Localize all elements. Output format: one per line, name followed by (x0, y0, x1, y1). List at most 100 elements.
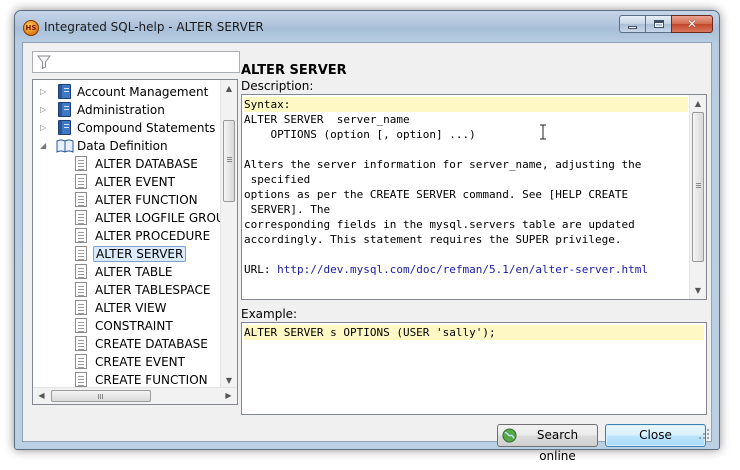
resize-grip-icon[interactable] (699, 429, 709, 439)
tree-horizontal-scrollbar[interactable]: ◀ ▶ (33, 387, 237, 404)
close-button[interactable]: Close (605, 424, 706, 447)
scroll-up-arrow-icon[interactable]: ▲ (690, 95, 706, 112)
tree-item[interactable]: CREATE EVENT (33, 353, 221, 371)
tree-item-label: CREATE EVENT (95, 355, 185, 369)
description-scroll-thumb[interactable] (692, 112, 704, 262)
document-icon (75, 156, 87, 171)
maximize-button[interactable] (645, 15, 671, 33)
syntax-heading: Syntax: (244, 97, 688, 112)
description-line: Alters the server information for server… (244, 158, 642, 171)
tree-item-label: CREATE DATABASE (95, 337, 208, 351)
scroll-up-arrow-icon[interactable]: ▲ (221, 80, 237, 97)
example-code: ALTER SERVER s OPTIONS (USER 'sally'); (244, 325, 704, 340)
description-line: OPTIONS (option [, option] ...) (244, 128, 476, 141)
tree-item-label: CONSTRAINT (95, 319, 173, 333)
topic-tree[interactable]: ▷ Account Management ▷ Administration ▷ Compo… (32, 79, 238, 405)
tree-item[interactable]: ALTER LOGFILE GROUP (33, 209, 232, 227)
topic-title: ALTER SERVER (241, 63, 347, 78)
scroll-left-arrow-icon[interactable]: ◀ (33, 388, 50, 404)
title-bar[interactable]: HS Integrated SQL-help - ALTER SERVER ✕ (15, 11, 719, 43)
open-book-icon (56, 139, 74, 153)
search-online-label: Search online (536, 428, 579, 463)
tree-item-label: ALTER PROCEDURE (95, 229, 211, 243)
document-icon (75, 246, 87, 261)
description-panel[interactable]: Syntax: ALTER SERVER server_name OPTIONS … (241, 94, 707, 300)
tree-item[interactable]: CREATE DATABASE (33, 335, 221, 353)
description-text: Syntax: ALTER SERVER server_name OPTIONS … (244, 97, 688, 277)
book-icon (58, 84, 71, 99)
tree-item[interactable]: ALTER TABLE (33, 263, 221, 281)
tree-item[interactable]: ALTER PROCEDURE (33, 227, 221, 245)
tree-scroll-thumb[interactable] (223, 120, 235, 202)
tree-item-label: Account Management (77, 85, 209, 99)
tree-item[interactable]: ◢ Data Definition (33, 137, 221, 155)
document-icon (75, 300, 87, 315)
text-cursor-icon (540, 124, 546, 140)
example-panel[interactable]: ALTER SERVER s OPTIONS (USER 'sally'); (241, 322, 707, 415)
expand-arrow-icon[interactable]: ▷ (40, 123, 49, 132)
close-label: Close (639, 428, 672, 442)
scroll-right-arrow-icon[interactable]: ▶ (220, 388, 237, 404)
tree-item-label: ALTER FUNCTION (95, 193, 198, 207)
url-line: URL: http://dev.mysql.com/doc/refman/5.1… (244, 262, 688, 277)
description-line: ALTER SERVER server_name (244, 113, 410, 126)
description-line: SERVER]. The (244, 203, 331, 216)
maximize-icon (653, 20, 664, 28)
tree-vertical-scrollbar[interactable]: ▲ ▼ (220, 80, 237, 389)
tree-item[interactable]: ▷ Account Management (33, 83, 221, 101)
tree-item-label: ALTER VIEW (95, 301, 167, 315)
description-scrollbar[interactable]: ▲ ▼ (689, 95, 706, 299)
description-line: options as per the CREATE SERVER command… (244, 188, 629, 201)
tree-item-label: Compound Statements (77, 121, 216, 135)
scroll-down-arrow-icon[interactable]: ▼ (690, 282, 706, 299)
document-icon (75, 354, 87, 369)
filter-icon[interactable] (36, 54, 52, 70)
minimize-icon (628, 25, 637, 29)
expand-arrow-icon[interactable]: ▷ (40, 105, 49, 114)
book-icon (58, 102, 71, 117)
document-icon (75, 264, 87, 279)
book-icon (58, 120, 71, 135)
tree-item-label: Data Definition (77, 139, 168, 153)
tree-item-label: CREATE FUNCTION (95, 373, 208, 387)
tree-item[interactable]: ▷ Compound Statements (33, 119, 221, 137)
document-icon (75, 174, 87, 189)
tree-item-label: ALTER TABLESPACE (95, 283, 211, 297)
document-icon (75, 192, 87, 207)
client-area: ▷ Account Management ▷ Administration ▷ Compo… (22, 42, 712, 463)
tree-item[interactable]: ▷ Administration (33, 101, 221, 119)
description-line (244, 247, 688, 262)
minimize-button[interactable] (619, 15, 645, 33)
description-line (244, 142, 688, 157)
window-title: Integrated SQL-help - ALTER SERVER (44, 20, 264, 34)
tree-item[interactable]: ALTER VIEW (33, 299, 221, 317)
tree-items: ▷ Account Management ▷ Administration ▷ Compo… (33, 83, 232, 389)
description-label: Description: (241, 79, 314, 93)
example-label: Example: (241, 307, 298, 321)
description-line: corresponding fields in the mysql.server… (244, 218, 635, 231)
globe-icon (502, 428, 517, 443)
tree-item[interactable]: ALTER EVENT (33, 173, 221, 191)
document-icon (75, 210, 87, 225)
tree-item-label: ALTER EVENT (95, 175, 175, 189)
help-window: HS Integrated SQL-help - ALTER SERVER ✕ … (14, 10, 720, 463)
description-line: accordingly. This statement requires the… (244, 233, 622, 246)
search-input[interactable] (32, 51, 240, 73)
app-icon[interactable]: HS (23, 20, 39, 36)
tree-item[interactable]: CONSTRAINT (33, 317, 221, 335)
expand-arrow-icon[interactable]: ▷ (40, 87, 49, 96)
tree-item-label: ALTER DATABASE (95, 157, 198, 171)
url-prefix: URL: (244, 263, 278, 276)
tree-item-label: ALTER TABLE (95, 265, 173, 279)
documentation-link[interactable]: http://dev.mysql.com/doc/refman/5.1/en/a… (277, 263, 648, 276)
tree-item-label: ALTER SERVER (93, 246, 187, 262)
tree-item[interactable]: ALTER SERVER (33, 245, 221, 263)
tree-item[interactable]: ALTER DATABASE (33, 155, 221, 173)
tree-item[interactable]: ALTER TABLESPACE (33, 281, 221, 299)
close-window-button[interactable]: ✕ (671, 15, 713, 33)
tree-item-label: Administration (77, 103, 165, 117)
tree-item[interactable]: ALTER FUNCTION (33, 191, 221, 209)
search-online-button[interactable]: Search online (497, 424, 598, 463)
collapse-arrow-icon[interactable]: ◢ (40, 141, 49, 150)
tree-hscroll-thumb[interactable] (51, 390, 151, 402)
